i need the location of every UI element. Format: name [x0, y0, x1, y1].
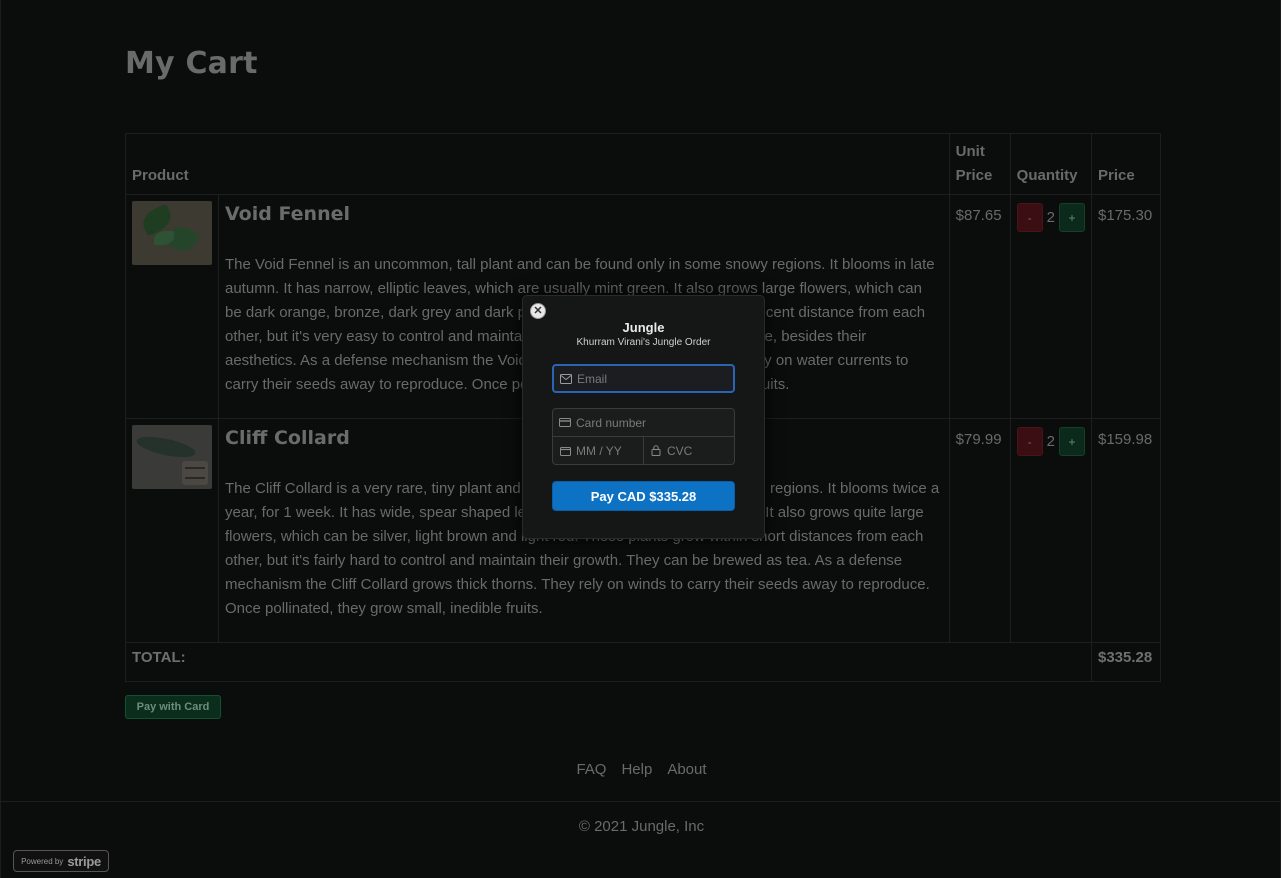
product-image-cell [125, 194, 219, 419]
expiry-placeholder: MM / YY [576, 443, 622, 458]
lock-icon [650, 445, 662, 457]
card-number-placeholder: Card number [576, 415, 647, 430]
cvc-placeholder: CVC [667, 443, 693, 458]
decrease-quantity-button[interactable]: - [1016, 427, 1043, 456]
unit-price: $87.65 [948, 194, 1011, 419]
product-image-cliff-collard [132, 425, 212, 489]
checkout-modal: ✕ Jungle Khurram Virani's Jungle Order E… [522, 295, 765, 539]
footer-divider [1, 801, 1281, 802]
header-unit-price: Unit Price [948, 133, 1011, 195]
increase-quantity-button[interactable]: + [1059, 203, 1085, 232]
calendar-icon [559, 445, 571, 457]
footer-link-faq[interactable]: FAQ [576, 761, 606, 778]
line-price: $175.30 [1091, 194, 1161, 419]
quantity-cell: - 2 + [1009, 418, 1093, 643]
header-product: Product [125, 133, 950, 195]
header-quantity: Quantity [1009, 133, 1093, 195]
increase-quantity-button[interactable]: + [1059, 427, 1085, 456]
unit-price: $79.99 [948, 418, 1011, 643]
close-icon[interactable]: ✕ [530, 303, 546, 319]
cvc-field[interactable]: CVC [643, 436, 735, 465]
modal-title: Jungle [622, 320, 665, 335]
page-background: My Cart Product Unit Price Quantity Pric… [0, 0, 1281, 878]
quantity-stepper: - 2 + [1016, 201, 1085, 232]
line-price: $159.98 [1091, 418, 1161, 643]
quantity-value: 2 [1046, 209, 1055, 226]
quantity-value: 2 [1046, 433, 1055, 450]
email-placeholder: Email [577, 371, 608, 386]
quantity-cell: - 2 + [1009, 194, 1093, 419]
copyright-text: © 2021 Jungle, Inc [578, 818, 705, 835]
powered-by-stripe-badge[interactable]: Powered by stripe [13, 850, 109, 872]
footer-link-help[interactable]: Help [621, 761, 652, 778]
total-label: TOTAL: [125, 642, 1092, 682]
pay-with-card-button[interactable]: Pay with Card [125, 695, 221, 719]
pay-button[interactable]: Pay CAD $335.28 [552, 481, 735, 511]
quantity-stepper: - 2 + [1016, 425, 1085, 456]
decrease-quantity-button[interactable]: - [1016, 203, 1043, 232]
footer-nav: FAQ Help About [1, 761, 1281, 778]
powered-by-label: Powered by [21, 856, 64, 866]
header-price: Price [1091, 133, 1161, 195]
footer-link-about[interactable]: About [667, 761, 706, 778]
product-name: Void Fennel [225, 203, 350, 225]
expiry-field[interactable]: MM / YY [552, 436, 644, 465]
stripe-logo: stripe [67, 853, 101, 869]
total-row: TOTAL: $335.28 [125, 642, 1161, 682]
email-field[interactable]: Email [552, 364, 735, 393]
card-icon [559, 417, 571, 429]
page-title: My Cart [125, 46, 258, 81]
product-image-cell [125, 418, 219, 643]
modal-subtitle: Khurram Virani's Jungle Order [576, 337, 711, 348]
card-number-field[interactable]: Card number [552, 408, 735, 437]
total-value: $335.28 [1091, 642, 1161, 682]
table-header-row: Product Unit Price Quantity Price [125, 133, 1161, 195]
product-image-void-fennel [132, 201, 212, 265]
mail-icon [560, 373, 572, 385]
